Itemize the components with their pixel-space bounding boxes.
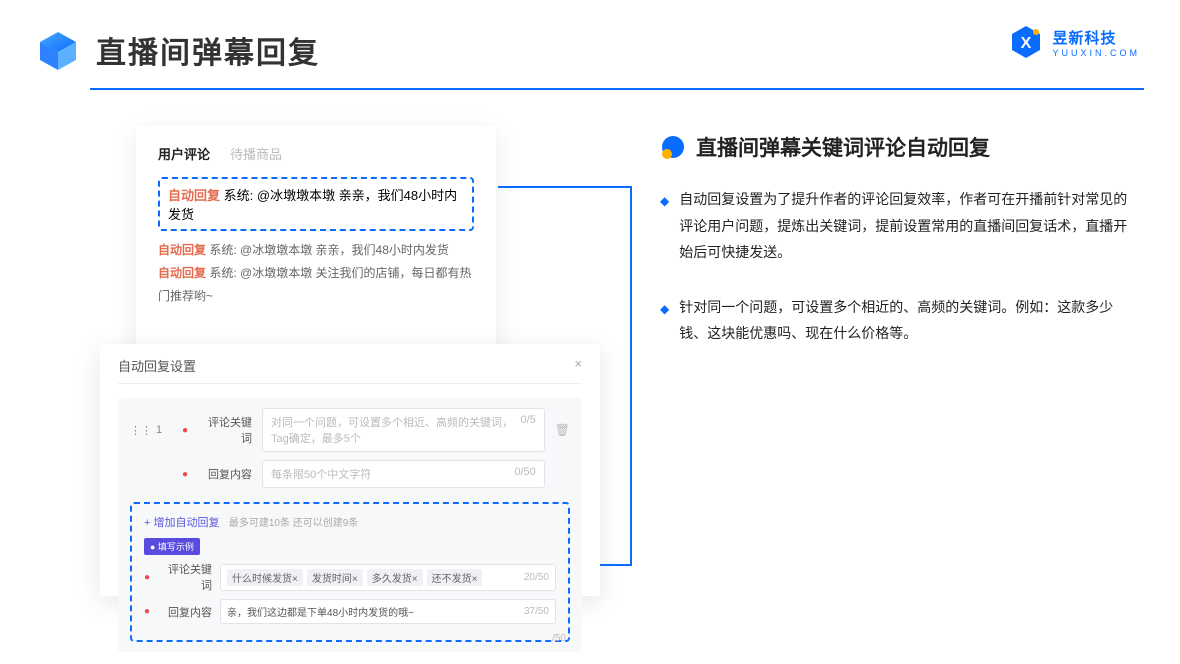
keyword-input[interactable]: 对同一个问题，可设置多个相近、高频的关键词，Tag确定，最多5个 0/5 xyxy=(262,408,545,452)
comment-text: @冰墩墩本墩 亲亲，我们48小时内发货 xyxy=(240,243,449,257)
keyword-count: 0/5 xyxy=(520,414,535,446)
auto-reply-tag: 自动回复 xyxy=(158,266,206,280)
tab-pending-products[interactable]: 待播商品 xyxy=(230,144,282,163)
bullet-text-1: 自动回复设置为了提升作者的评论回复效率，作者可在开播前针对常见的评论用户问题，提… xyxy=(679,186,1140,266)
diamond-bullet-icon: ◆ xyxy=(660,298,669,347)
comments-card: 用户评论 待播商品 自动回复 系统: @冰墩墩本墩 亲亲，我们48小时内发货 自… xyxy=(136,126,496,356)
brand-block: X 昱新科技 YUUXIN.COM xyxy=(1008,24,1140,60)
keyword-chip[interactable]: 发货时间× xyxy=(307,569,363,586)
trash-icon[interactable]: 🗑 xyxy=(555,423,570,437)
cube-logo-icon xyxy=(36,28,80,72)
system-prefix: 系统: xyxy=(209,243,240,257)
connector-line xyxy=(630,186,632,566)
system-prefix: 系统: xyxy=(224,188,257,203)
example-content-count: 37/50 xyxy=(524,606,549,617)
svg-text:X: X xyxy=(1021,35,1032,52)
keyword-chip[interactable]: 什么时候发货× xyxy=(227,569,303,586)
required-dot: ● xyxy=(144,572,150,583)
row-index: 1 xyxy=(156,424,172,436)
required-dot: ● xyxy=(144,606,150,617)
close-icon[interactable]: × xyxy=(574,356,582,375)
content-placeholder: 每条限50个中文字符 xyxy=(271,466,371,482)
connector-line xyxy=(600,564,632,566)
content-count: 0/50 xyxy=(514,466,535,482)
section-icon xyxy=(660,134,686,160)
system-prefix: 系统: xyxy=(209,266,240,280)
example-keyword-count: 20/50 xyxy=(524,572,549,583)
keyword-placeholder: 对同一个问题，可设置多个相近、高频的关键词，Tag确定，最多5个 xyxy=(271,414,520,446)
auto-reply-tag: 自动回复 xyxy=(158,243,206,257)
tab-user-comments[interactable]: 用户评论 xyxy=(158,144,210,163)
brand-icon: X xyxy=(1008,24,1044,60)
highlighted-comment: 自动回复 系统: @冰墩墩本墩 亲亲，我们48小时内发货 xyxy=(158,177,474,231)
content-input[interactable]: 每条限50个中文字符 0/50 xyxy=(262,460,545,488)
comment-text: @冰墩墩本墩 关注我们的店铺，每日都有热门推荐哟~ xyxy=(158,266,472,303)
settings-title: 自动回复设置 xyxy=(118,356,196,375)
comment-row: 自动回复 系统: @冰墩墩本墩 亲亲，我们48小时内发货 xyxy=(158,239,474,262)
section-heading: 直播间弹幕关键词评论自动回复 xyxy=(696,132,990,162)
auto-reply-settings-card: 自动回复设置 × ⋮⋮ 1 ● 评论关键词 对同一个问题，可设置多个相近、高频的… xyxy=(100,344,600,596)
example-content-label: 回复内容 xyxy=(158,604,212,620)
example-keyword-input[interactable]: 什么时候发货× 发货时间× 多久发货× 还不发货× 20/50 xyxy=(220,564,556,591)
add-auto-reply-link[interactable]: + 增加自动回复 xyxy=(144,517,219,529)
add-example-block: + 增加自动回复 最多可建10条 还可以创建9条 ● 填写示例 ● 评论关键词 … xyxy=(130,502,570,642)
add-hint: 最多可建10条 还可以创建9条 xyxy=(229,518,358,529)
mock-composite: 用户评论 待播商品 自动回复 系统: @冰墩墩本墩 亲亲，我们48小时内发货 自… xyxy=(100,126,600,616)
page-title: 直播间弹幕回复 xyxy=(96,28,320,72)
example-tag: ● 填写示例 xyxy=(144,538,200,555)
auto-reply-tag: 自动回复 xyxy=(168,188,220,203)
keyword-chip[interactable]: 多久发货× xyxy=(367,569,423,586)
drag-handle-icon[interactable]: ⋮⋮ xyxy=(130,424,146,437)
side-count: /50 xyxy=(552,633,566,644)
content-label: 回复内容 xyxy=(198,466,252,482)
keyword-chip[interactable]: 还不发货× xyxy=(427,569,483,586)
example-content-input[interactable]: 亲，我们这边都是下单48小时内发货的哦~ 37/50 xyxy=(220,599,556,624)
explanation-panel: 直播间弹幕关键词评论自动回复 ◆ 自动回复设置为了提升作者的评论回复效率，作者可… xyxy=(660,126,1140,616)
keyword-label: 评论关键词 xyxy=(198,414,252,446)
brand-name-cn: 昱新科技 xyxy=(1052,27,1140,48)
diamond-bullet-icon: ◆ xyxy=(660,190,669,266)
required-dot: ● xyxy=(182,425,188,436)
brand-name-en: YUUXIN.COM xyxy=(1052,48,1140,58)
connector-line xyxy=(498,186,632,188)
example-content-value: 亲，我们这边都是下单48小时内发货的哦~ xyxy=(227,604,414,619)
example-keyword-label: 评论关键词 xyxy=(158,561,212,593)
bullet-text-2: 针对同一个问题，可设置多个相近的、高频的关键词。例如：这款多少钱、这块能优惠吗、… xyxy=(679,294,1140,347)
required-dot: ● xyxy=(182,469,188,480)
comment-row: 自动回复 系统: @冰墩墩本墩 关注我们的店铺，每日都有热门推荐哟~ xyxy=(158,262,474,308)
